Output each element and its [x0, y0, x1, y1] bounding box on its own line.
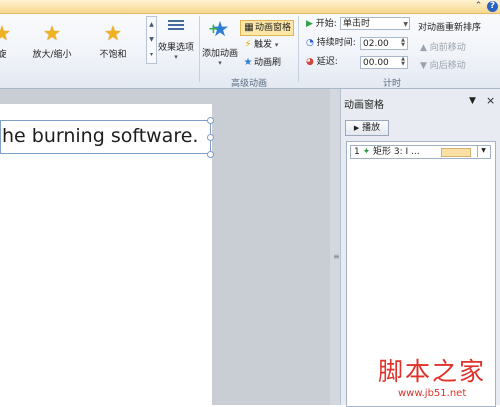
entrance-effect-icon: ✦: [362, 147, 371, 157]
gallery-item-spin[interactable]: ★ 旋: [0, 22, 26, 60]
desaturate-star-icon: ★: [104, 21, 122, 45]
reorder-title: 对动画重新排序: [418, 23, 482, 33]
delay-label: 延迟:: [316, 57, 338, 67]
animation-pane-title: 动画窗格: [344, 100, 384, 111]
add-animation-icon: ★ +: [208, 17, 230, 41]
watermark-url: www.jb51.net: [398, 388, 467, 399]
play-button[interactable]: ▶ 播放: [345, 120, 389, 136]
chevron-down-icon: ▾: [174, 53, 178, 61]
arrow-down-icon: ▼: [420, 61, 427, 71]
start-value: 单击时: [343, 19, 371, 29]
move-earlier-label: 向前移动: [429, 43, 466, 53]
chevron-down-icon: ▾: [274, 41, 279, 49]
start-select[interactable]: 单击时 ▼: [340, 17, 410, 30]
grow-shrink-star-icon: ★: [43, 21, 61, 45]
effect-options-icon: [168, 20, 184, 34]
group-divider: [298, 16, 299, 82]
play-label: 播放: [362, 123, 381, 133]
play-icon: ▶: [353, 124, 360, 132]
add-animation-button[interactable]: ★ + 添加动画 ▾: [201, 18, 239, 67]
gallery-item-grow-shrink[interactable]: ★ 放大/缩小: [28, 22, 76, 60]
arrow-up-icon: ▲: [420, 43, 427, 53]
effect-options-label: 效果选项: [157, 43, 194, 53]
lightning-icon: ⚡: [244, 39, 252, 50]
duration-row: ◔ 持续时间:: [306, 35, 356, 51]
delay-field[interactable]: 00.00 ▲ ▼: [360, 56, 408, 69]
slide-text[interactable]: he burning software.: [2, 125, 198, 147]
move-later-label: 向后移动: [429, 61, 466, 71]
play-triangle-icon: ▶: [306, 19, 313, 29]
chevron-down-icon: ▼: [403, 21, 408, 28]
gallery-item-label: 不饱和: [99, 50, 127, 60]
trigger-label: 触发: [254, 40, 273, 50]
resize-handle[interactable]: [207, 117, 214, 124]
title-strip: [0, 0, 500, 14]
timing-group-label: 计时: [383, 79, 402, 89]
group-divider: [199, 16, 200, 82]
animation-painter-label: 动画刷: [254, 58, 282, 68]
delay-row: ◕ 延迟:: [306, 54, 338, 70]
spinner-icon[interactable]: ▲ ▼: [399, 38, 407, 49]
effect-options-button[interactable]: 效果选项 ▾: [156, 18, 196, 61]
start-label: 开始:: [315, 19, 337, 29]
chevron-down-icon: ▾: [218, 59, 222, 67]
delay-clock-icon: ◕: [306, 57, 314, 67]
gallery-item-label: 放大/缩小: [32, 50, 72, 60]
advanced-animation-group-label: 高级动画: [231, 79, 268, 89]
animation-painter-button[interactable]: ★ 动画刷: [240, 56, 283, 70]
animation-pane-icon: ▦: [244, 22, 254, 33]
minimize-ribbon-icon[interactable]: ⌃: [473, 1, 484, 12]
duration-value: 02.00: [363, 39, 389, 49]
item-timing-bar: [441, 148, 471, 157]
spinner-icon[interactable]: ▲ ▼: [399, 57, 407, 68]
animation-pane-label: 动画窗格: [255, 23, 292, 33]
splitter-grip-icon[interactable]: ≡: [333, 252, 340, 261]
spin-star-icon: ★: [0, 21, 11, 45]
chevron-down-icon[interactable]: ▼: [477, 145, 489, 157]
item-number: 1: [354, 147, 360, 157]
trigger-button[interactable]: ⚡ 触发 ▾: [240, 38, 280, 52]
pane-menu-icon[interactable]: ▼: [469, 96, 476, 106]
watermark-text: 脚本之家: [378, 357, 487, 386]
move-later-button[interactable]: ▼ 向后移动: [420, 58, 466, 71]
item-label: 矩形 3: I ...: [373, 147, 420, 157]
move-earlier-button[interactable]: ▲ 向前移动: [420, 40, 466, 53]
help-icon[interactable]: ?: [487, 1, 498, 12]
gallery-item-desaturate[interactable]: ★ 不饱和: [89, 22, 137, 60]
close-icon[interactable]: ×: [486, 94, 495, 107]
duration-field[interactable]: 02.00 ▲ ▼: [360, 37, 408, 50]
clock-icon: ◔: [306, 38, 314, 48]
pane-splitter[interactable]: [330, 89, 340, 405]
add-animation-label: 添加动画: [201, 49, 238, 59]
animation-pane-button[interactable]: ▦动画窗格: [240, 20, 295, 36]
resize-handle[interactable]: [207, 151, 214, 158]
animation-painter-icon: ★: [243, 57, 253, 68]
start-row: ▶ 开始:: [306, 16, 337, 32]
resize-handle[interactable]: [207, 134, 214, 141]
duration-label: 持续时间:: [316, 38, 356, 48]
delay-value: 00.00: [363, 58, 389, 68]
gallery-item-label: 旋: [0, 50, 7, 60]
